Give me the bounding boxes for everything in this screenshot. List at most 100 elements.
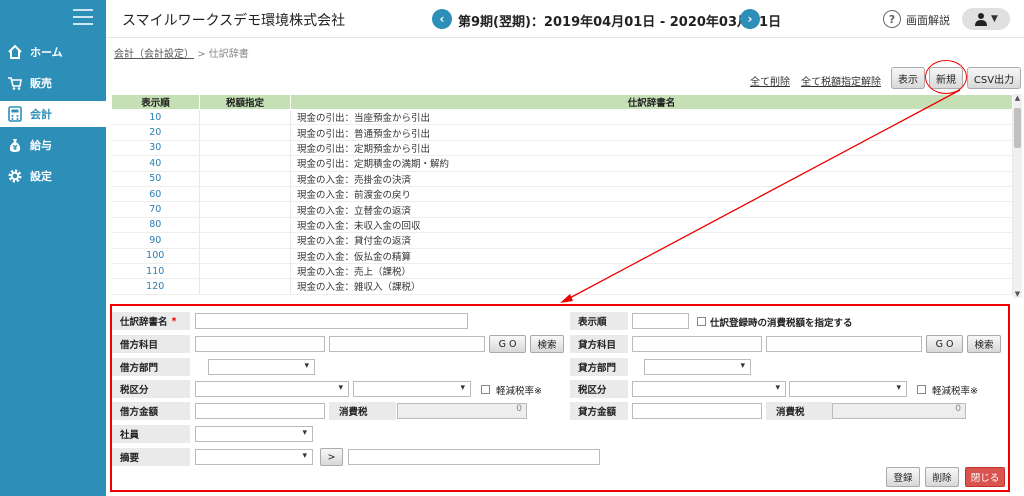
sidebar-item-settings[interactable]: 設定 — [0, 163, 106, 189]
show-button[interactable]: 表示 — [891, 67, 925, 89]
user-menu-button[interactable]: ▼ — [962, 8, 1010, 30]
company-name: スマイルワークスデモ環境株式会社 — [122, 13, 346, 29]
table-row[interactable]: 120 現金の入金：雑収入（課税） — [111, 278, 1013, 295]
summary-input[interactable] — [348, 449, 600, 465]
debit-amount-input[interactable] — [195, 403, 325, 419]
summary-select[interactable] — [195, 449, 313, 465]
sidebar-item-accounting[interactable]: 会計 — [0, 101, 106, 127]
debit-tax-rate-select[interactable] — [353, 381, 471, 397]
column-header-tax[interactable]: 税額指定 — [199, 94, 291, 110]
order-cell[interactable]: 60 — [111, 186, 200, 203]
name-cell: 現金の引出：当座預金から引出 — [290, 109, 1013, 126]
credit-reduced-rate-label: 軽減税率※ — [932, 386, 978, 397]
fiscal-period: 第9期(翌期)：2019年04月01日 - 2020年03月31日 — [458, 15, 782, 30]
help-icon[interactable]: ? — [883, 10, 901, 28]
table-row[interactable]: 90 現金の入金：貸付金の返済 — [111, 232, 1013, 249]
debit-account-code-input[interactable] — [195, 336, 325, 352]
name-cell: 現金の入金：未収入金の回収 — [290, 217, 1013, 234]
annotation-circle — [925, 60, 967, 94]
tax-cell — [199, 124, 291, 141]
debit-search-button[interactable]: 検索 — [530, 335, 564, 353]
prev-period-button[interactable]: ‹ — [432, 9, 452, 29]
scroll-thumb[interactable] — [1014, 108, 1021, 148]
delete-all-link[interactable]: 全て削除 — [750, 73, 790, 88]
required-mark: * — [171, 315, 177, 327]
name-cell: 現金の入金：売掛金の決済 — [290, 171, 1013, 187]
credit-search-button[interactable]: 検索 — [967, 335, 1001, 353]
credit-amount-label: 貸方金額 — [570, 402, 628, 420]
debit-go-button[interactable]: G O — [489, 335, 526, 353]
name-cell: 現金の入金：仮払金の精算 — [290, 248, 1013, 264]
table-row[interactable]: 40 現金の引出：定期積金の満期・解約 — [111, 155, 1013, 172]
scroll-up-arrow-icon[interactable]: ▲ — [1013, 94, 1022, 102]
table-row[interactable]: 70 現金の入金：立替金の返済 — [111, 201, 1013, 218]
column-header-order[interactable]: 表示順 — [111, 94, 200, 110]
column-header-name[interactable]: 仕訳辞書名 — [290, 94, 1013, 110]
tax-cell — [199, 109, 291, 126]
csv-export-button[interactable]: CSV出力 — [967, 67, 1021, 89]
table-row[interactable]: 30 現金の引出：定期預金から引出 — [111, 140, 1013, 157]
name-cell: 現金の引出：定期預金から引出 — [290, 140, 1013, 157]
breadcrumb-parent-link[interactable]: 会計（会計設定） — [114, 49, 194, 60]
order-cell[interactable]: 90 — [111, 232, 200, 249]
name-cell: 現金の入金：雑収入（課税） — [290, 278, 1013, 295]
order-cell[interactable]: 10 — [111, 109, 200, 126]
credit-account-name-input[interactable] — [766, 336, 922, 352]
table-row[interactable]: 60 現金の入金：前渡金の戻り — [111, 186, 1013, 203]
credit-tax-rate-select[interactable] — [789, 381, 907, 397]
employee-select[interactable] — [195, 426, 313, 442]
table-row[interactable]: 20 現金の引出：普通預金から引出 — [111, 124, 1013, 141]
breadcrumb: 会計（会計設定） > 仕訳辞書 — [114, 45, 249, 60]
specify-tax-checkbox[interactable] — [697, 317, 706, 326]
credit-go-button[interactable]: G O — [926, 335, 963, 353]
debit-consumption-tax-field: 0 — [397, 403, 527, 419]
debit-account-name-input[interactable] — [329, 336, 485, 352]
breadcrumb-current: 仕訳辞書 — [208, 49, 249, 60]
credit-account-code-input[interactable] — [632, 336, 762, 352]
sidebar-item-home[interactable]: ホーム — [0, 39, 106, 65]
order-cell[interactable]: 110 — [111, 263, 200, 280]
chevron-left-icon: ‹ — [439, 12, 445, 26]
order-cell[interactable]: 50 — [111, 171, 200, 187]
order-cell[interactable]: 40 — [111, 155, 200, 172]
journal-name-label: 仕訳辞書名 * — [112, 312, 190, 330]
credit-reduced-rate-checkbox[interactable] — [917, 385, 926, 394]
sidebar-item-sales[interactable]: 販売 — [0, 70, 106, 96]
tax-cell — [199, 171, 291, 187]
credit-amount-input[interactable] — [632, 403, 762, 419]
order-cell[interactable]: 100 — [111, 248, 200, 264]
credit-account-label: 貸方科目 — [570, 335, 628, 353]
journal-name-input[interactable] — [195, 313, 468, 329]
breadcrumb-separator: > — [197, 49, 206, 60]
hamburger-menu-icon[interactable] — [73, 9, 93, 25]
order-cell[interactable]: 20 — [111, 124, 200, 141]
order-cell[interactable]: 30 — [111, 140, 200, 157]
credit-department-select[interactable] — [644, 359, 751, 375]
order-cell[interactable]: 120 — [111, 278, 200, 295]
clear-all-tax-link[interactable]: 全て税額指定解除 — [801, 73, 881, 88]
scroll-down-arrow-icon[interactable]: ▼ — [1013, 290, 1022, 298]
svg-text:¥: ¥ — [13, 144, 18, 152]
credit-department-label: 貸方部門 — [570, 358, 628, 376]
summary-insert-button[interactable]: > — [320, 448, 343, 466]
register-button[interactable]: 登録 — [886, 467, 920, 487]
debit-reduced-rate-checkbox[interactable] — [481, 385, 490, 394]
order-cell[interactable]: 70 — [111, 201, 200, 218]
delete-button[interactable]: 削除 — [925, 467, 959, 487]
help-link[interactable]: 画面解説 — [906, 12, 950, 28]
debit-department-select[interactable] — [208, 359, 315, 375]
display-order-input[interactable] — [632, 313, 689, 329]
close-button[interactable]: 閉じる — [965, 467, 1005, 487]
credit-tax-class-select[interactable] — [632, 381, 786, 397]
table-row[interactable]: 10 現金の引出：当座預金から引出 — [111, 109, 1013, 126]
order-cell[interactable]: 80 — [111, 217, 200, 234]
next-period-button[interactable]: › — [740, 9, 760, 29]
table-row[interactable]: 110 現金の入金：売上（課税） — [111, 263, 1013, 280]
name-cell: 現金の入金：貸付金の返済 — [290, 232, 1013, 249]
sidebar-item-payroll[interactable]: ¥ 給与 — [0, 132, 106, 158]
table-row[interactable]: 80 現金の入金：未収入金の回収 — [111, 217, 1013, 234]
table-scrollbar[interactable]: ▲ ▼ — [1013, 94, 1022, 298]
table-row[interactable]: 50 現金の入金：売掛金の決済 — [111, 171, 1013, 187]
table-row[interactable]: 100 現金の入金：仮払金の精算 — [111, 248, 1013, 264]
debit-tax-class-select[interactable] — [195, 381, 349, 397]
